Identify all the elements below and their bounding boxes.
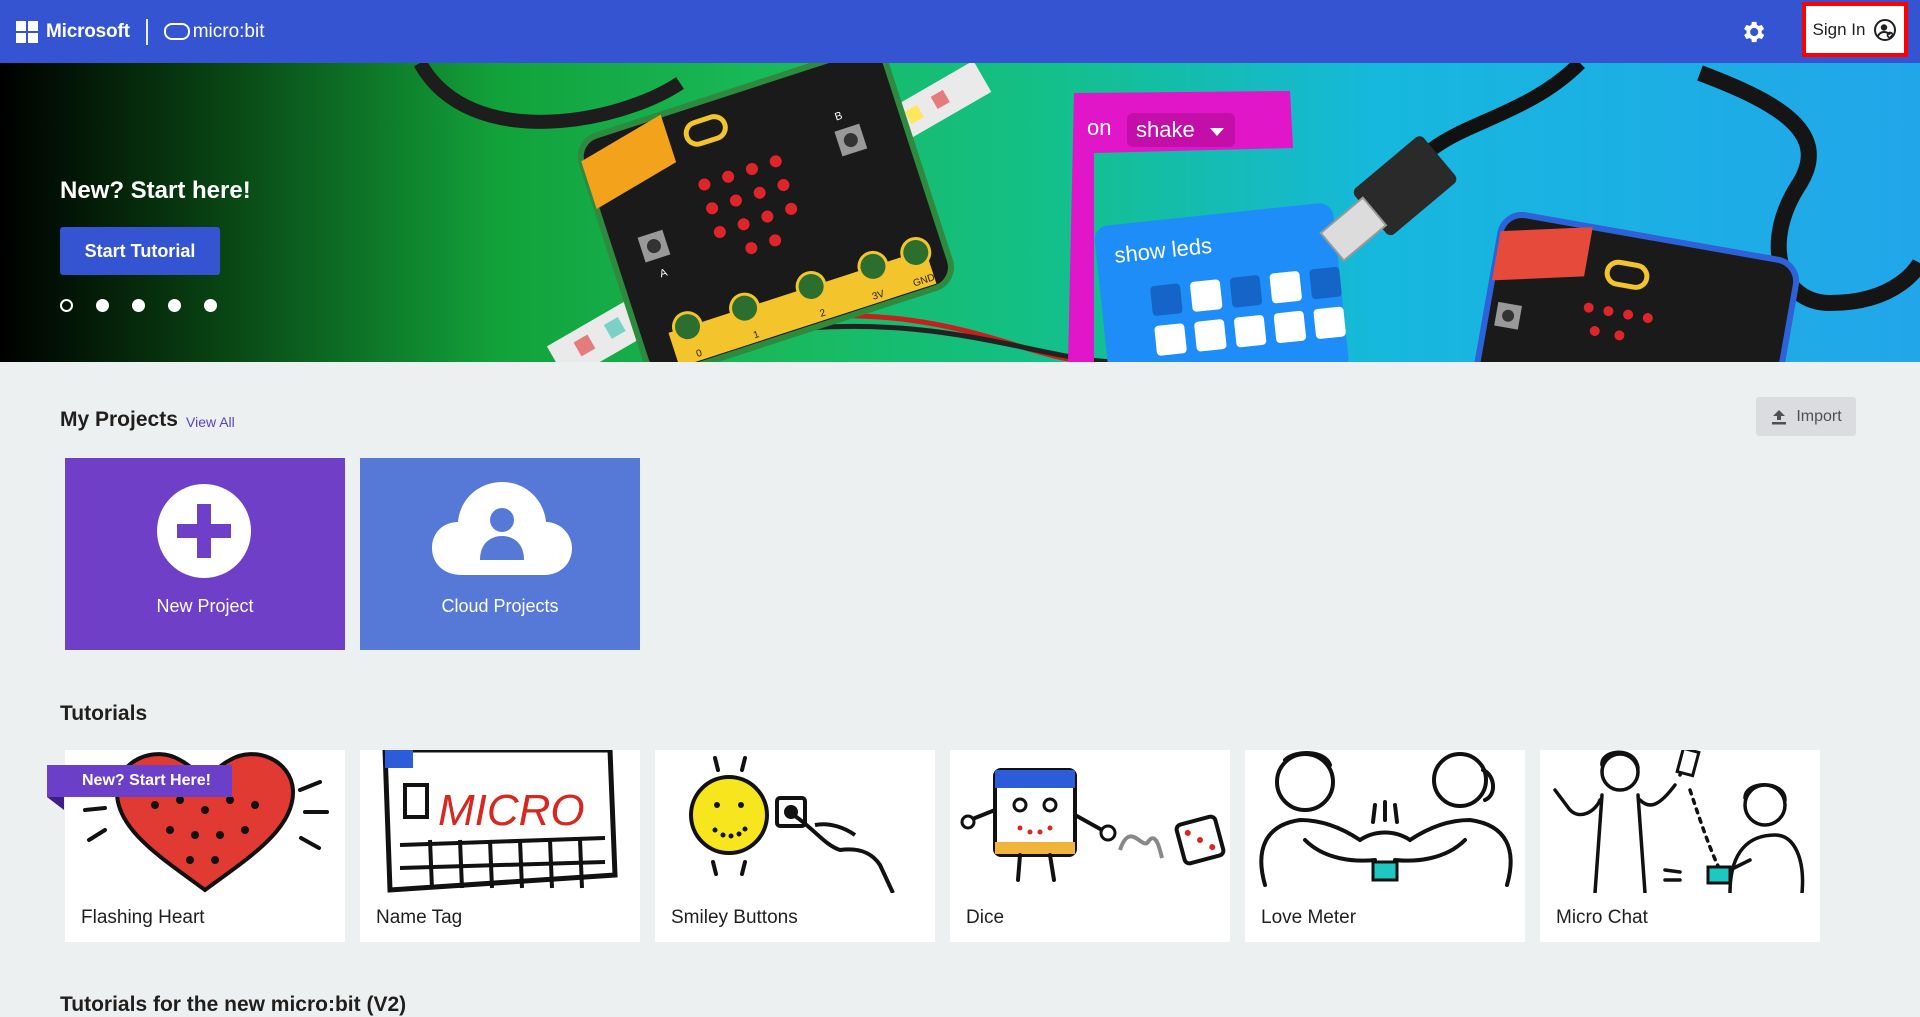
carousel-dot-1[interactable] xyxy=(60,299,73,312)
micro-chat-illustration xyxy=(1553,750,1805,893)
name-tag-illustration: MICRO xyxy=(382,750,618,893)
upload-icon xyxy=(1772,409,1787,424)
cloud-user-icon xyxy=(432,482,572,575)
love-meter-illustration xyxy=(1259,751,1513,887)
import-label: Import xyxy=(1796,407,1842,425)
tutorial-card-love-meter[interactable]: Love Meter xyxy=(1245,750,1525,942)
new-start-here-ribbon: New? Start Here! xyxy=(47,765,232,797)
block-on-label: on xyxy=(1087,115,1111,140)
tutorial-card-dice[interactable]: Dice xyxy=(950,750,1230,942)
plus-icon xyxy=(157,484,251,578)
new-project-card[interactable]: New Project xyxy=(65,458,345,650)
tutorial-label: Name Tag xyxy=(376,907,463,928)
start-tutorial-button[interactable]: Start Tutorial xyxy=(60,227,220,275)
microsoft-logo-icon xyxy=(16,20,38,43)
hero-banner: 0 1 2 3V GND A B on shake show leds New?… xyxy=(0,63,1920,362)
carousel-dot-2[interactable] xyxy=(96,299,109,312)
tutorial-label: Micro Chat xyxy=(1556,907,1648,928)
tutorial-card-micro-chat[interactable]: Micro Chat xyxy=(1540,750,1820,942)
cloud-projects-label: Cloud Projects xyxy=(441,596,559,616)
brand[interactable]: Microsoft micro:bit xyxy=(16,0,265,63)
v2-tutorials-heading: Tutorials for the new micro:bit (V2) xyxy=(60,993,407,1016)
carousel-indicators xyxy=(60,299,217,312)
ribbon-fold xyxy=(47,797,64,810)
gear-icon[interactable] xyxy=(1739,18,1767,46)
import-button[interactable]: Import xyxy=(1756,397,1856,436)
carousel-dot-4[interactable] xyxy=(168,299,181,312)
dice-illustration xyxy=(960,768,1226,882)
tutorial-label: Dice xyxy=(966,907,1005,928)
tutorials-heading: Tutorials xyxy=(60,702,148,725)
hero-illustration: 0 1 2 3V GND A B on shake show leds xyxy=(413,63,1920,362)
my-projects-heading: My Projects xyxy=(60,408,178,431)
cloud-projects-card[interactable]: Cloud Projects xyxy=(360,458,640,650)
block-shake-label: shake xyxy=(1136,117,1195,142)
view-all-link[interactable]: View All xyxy=(186,414,235,430)
tutorial-label: Love Meter xyxy=(1261,907,1357,928)
user-circle-icon xyxy=(1874,18,1897,41)
microbit-wordmark: micro:bit xyxy=(192,20,265,42)
tutorial-label: Flashing Heart xyxy=(81,907,205,928)
name-tag-text: MICRO xyxy=(438,786,585,835)
carousel-dot-5[interactable] xyxy=(204,299,217,312)
tutorial-label: Smiley Buttons xyxy=(671,907,798,928)
tutorial-card-name-tag[interactable]: MICRO Name Tag xyxy=(360,750,640,942)
microbit-logo-icon xyxy=(163,23,190,40)
sign-in-label: Sign In xyxy=(1812,19,1866,39)
microsoft-wordmark: Microsoft xyxy=(46,20,130,42)
sign-in-button[interactable]: Sign In xyxy=(1802,2,1908,57)
carousel-dot-3[interactable] xyxy=(132,299,145,312)
top-bar: Microsoft micro:bit Sign In xyxy=(0,0,1920,63)
new-project-label: New Project xyxy=(156,596,254,616)
hero-title: New? Start here! xyxy=(60,177,251,204)
microbit-logo: micro:bit xyxy=(163,20,265,43)
smiley-buttons-illustration xyxy=(689,756,895,893)
brand-divider xyxy=(145,18,148,45)
tutorial-card-smiley-buttons[interactable]: Smiley Buttons xyxy=(655,750,935,942)
